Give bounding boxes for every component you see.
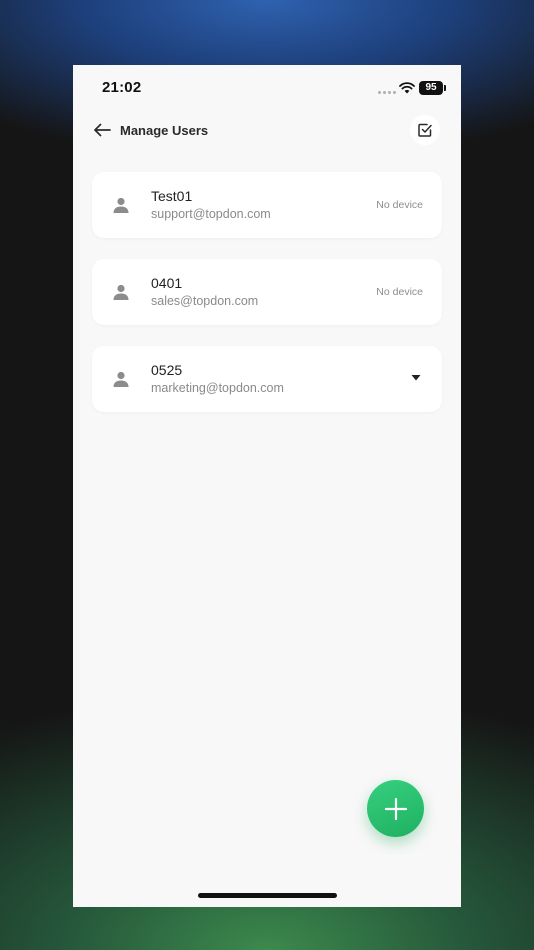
wifi-icon <box>399 82 415 94</box>
plus-icon <box>384 797 407 820</box>
checkbox-icon <box>418 123 432 137</box>
cellular-signal-icon <box>378 91 396 94</box>
user-name: 0525 <box>151 362 183 378</box>
user-card[interactable]: 0525 marketing@topdon.com <box>92 346 442 412</box>
app-screen: 21:02 95 Manage Users Test01 support@top… <box>73 65 461 907</box>
battery-indicator: 95 <box>419 81 443 95</box>
add-user-button[interactable] <box>367 780 424 837</box>
arrow-left-icon <box>94 123 111 137</box>
device-status: No device <box>376 199 423 211</box>
home-indicator <box>198 893 337 898</box>
status-bar: 21:02 95 <box>73 65 461 111</box>
page-title: Manage Users <box>120 123 209 138</box>
select-users-button[interactable] <box>410 115 440 145</box>
device-status: No device <box>376 286 423 298</box>
user-name: 0401 <box>151 275 183 291</box>
back-button[interactable] <box>91 119 113 141</box>
battery-nub <box>444 85 446 91</box>
user-avatar-icon <box>113 284 129 300</box>
user-name: Test01 <box>151 188 193 204</box>
user-email: sales@topdon.com <box>151 294 259 308</box>
user-avatar-icon <box>113 371 129 387</box>
nav-bar: Manage Users <box>73 111 461 151</box>
caret-down-icon[interactable] <box>411 374 421 382</box>
user-card[interactable]: Test01 support@topdon.com No device <box>92 172 442 238</box>
user-email: support@topdon.com <box>151 207 271 221</box>
user-list: Test01 support@topdon.com No device 0401… <box>92 172 442 433</box>
user-email: marketing@topdon.com <box>151 381 284 395</box>
status-time: 21:02 <box>102 79 142 96</box>
user-card[interactable]: 0401 sales@topdon.com No device <box>92 259 442 325</box>
user-avatar-icon <box>113 197 129 213</box>
